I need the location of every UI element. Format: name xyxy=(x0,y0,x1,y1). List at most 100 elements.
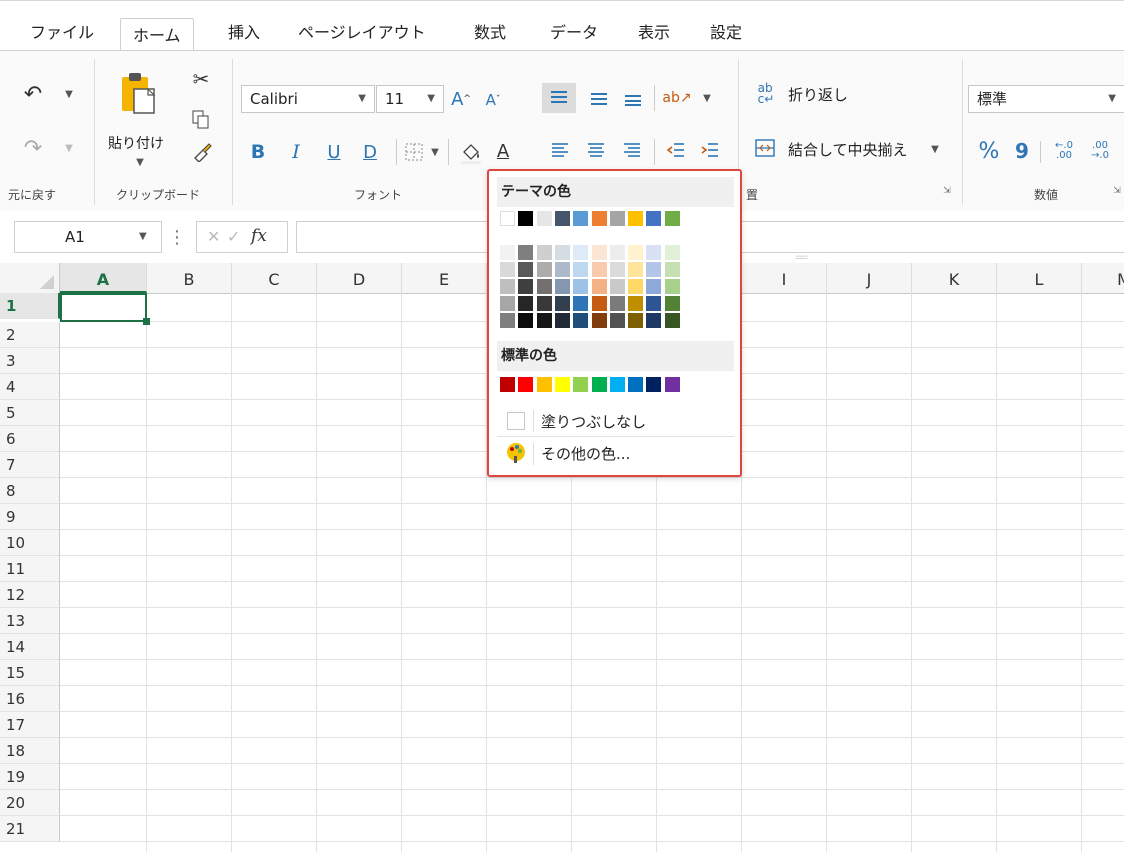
align-center-icon[interactable] xyxy=(584,137,608,163)
copy-icon[interactable] xyxy=(190,109,212,131)
tab-home[interactable]: ホーム xyxy=(120,18,194,52)
selected-cell-a1[interactable] xyxy=(60,293,147,322)
tab-view[interactable]: 表示 xyxy=(626,15,682,51)
standard-color-swatch[interactable] xyxy=(500,377,515,392)
theme-shade-swatch[interactable] xyxy=(554,296,570,311)
cancel-icon[interactable]: ✕ xyxy=(207,227,220,246)
tab-data[interactable]: データ xyxy=(538,15,610,51)
merge-center-button[interactable]: 結合して中央揃え xyxy=(788,139,908,160)
standard-color-swatch[interactable] xyxy=(573,377,589,392)
row-header-4[interactable]: 4 xyxy=(0,374,60,400)
row-header-8[interactable]: 8 xyxy=(0,478,60,504)
orientation-dropdown-icon[interactable]: ▼ xyxy=(700,91,714,105)
insert-function-button[interactable]: fx xyxy=(251,226,267,246)
theme-shade-swatch[interactable] xyxy=(664,296,680,311)
theme-shade-swatch[interactable] xyxy=(609,296,625,311)
theme-shade-swatch[interactable] xyxy=(518,313,534,328)
name-box[interactable]: A1 ▼ xyxy=(14,221,162,253)
theme-color-swatch[interactable] xyxy=(664,211,680,226)
font-color-button[interactable]: A xyxy=(492,137,514,165)
column-header-k[interactable]: K xyxy=(912,263,997,293)
theme-shade-swatch[interactable] xyxy=(609,279,625,294)
number-format-select[interactable]: 標準 ▼ xyxy=(968,85,1124,113)
standard-color-swatch[interactable] xyxy=(518,377,534,392)
tab-insert[interactable]: 挿入 xyxy=(216,15,272,51)
paste-dropdown-icon[interactable]: ▼ xyxy=(133,155,147,169)
theme-shade-swatch[interactable] xyxy=(664,279,680,294)
theme-shade-swatch[interactable] xyxy=(518,262,534,277)
border-icon[interactable] xyxy=(402,141,426,163)
theme-shade-swatch[interactable] xyxy=(573,279,589,294)
align-right-icon[interactable] xyxy=(620,137,644,163)
theme-shade-swatch[interactable] xyxy=(500,279,515,294)
theme-shade-swatch[interactable] xyxy=(591,279,607,294)
theme-shade-swatch[interactable] xyxy=(628,262,644,277)
row-header-21[interactable]: 21 xyxy=(0,816,60,842)
tab-file[interactable]: ファイル xyxy=(18,15,106,51)
redo-icon[interactable]: ↷ xyxy=(18,135,48,161)
theme-color-swatch[interactable] xyxy=(628,211,644,226)
increase-font-icon[interactable]: A ^ xyxy=(450,87,472,111)
theme-shade-swatch[interactable] xyxy=(500,262,515,277)
theme-color-swatch[interactable] xyxy=(573,211,589,226)
theme-shade-swatch[interactable] xyxy=(554,313,570,328)
more-options-icon[interactable]: ⋮ xyxy=(168,223,186,251)
standard-color-swatch[interactable] xyxy=(664,377,680,392)
cut-icon[interactable]: ✂ xyxy=(190,67,212,91)
tab-formulas[interactable]: 数式 xyxy=(462,15,518,51)
column-header-b[interactable]: B xyxy=(147,263,232,293)
theme-color-swatch[interactable] xyxy=(609,211,625,226)
theme-shade-swatch[interactable] xyxy=(646,279,662,294)
percent-button[interactable]: % xyxy=(976,137,1002,165)
dialog-launcher-icon[interactable]: ⇲ xyxy=(940,183,954,199)
wrap-text-icon[interactable]: ab c↵ xyxy=(754,81,778,107)
theme-color-swatch[interactable] xyxy=(536,211,552,226)
undo-icon[interactable]: ↶ xyxy=(18,81,48,107)
theme-shade-swatch[interactable] xyxy=(609,245,625,260)
theme-shade-swatch[interactable] xyxy=(628,279,644,294)
underline-button[interactable]: U xyxy=(322,139,346,165)
theme-shade-swatch[interactable] xyxy=(646,245,662,260)
comma-button[interactable]: 9 xyxy=(1012,137,1032,165)
theme-shade-swatch[interactable] xyxy=(500,296,515,311)
column-header-j[interactable]: J xyxy=(827,263,912,293)
theme-shade-swatch[interactable] xyxy=(573,313,589,328)
standard-color-swatch[interactable] xyxy=(609,377,625,392)
italic-button[interactable]: I xyxy=(284,139,308,165)
column-header-d[interactable]: D xyxy=(317,263,402,293)
theme-shade-swatch[interactable] xyxy=(664,313,680,328)
align-top-icon[interactable] xyxy=(542,83,576,113)
format-painter-icon[interactable] xyxy=(190,139,214,163)
bold-button[interactable]: B xyxy=(246,139,270,165)
no-fill-option[interactable]: 塗りつぶしなし xyxy=(497,406,734,437)
resize-handle[interactable]: :::::::::::: xyxy=(776,255,826,261)
decrease-indent-icon[interactable] xyxy=(664,137,688,163)
select-all-corner[interactable] xyxy=(0,263,60,293)
row-header-18[interactable]: 18 xyxy=(0,738,60,764)
row-header-19[interactable]: 19 xyxy=(0,764,60,790)
standard-color-swatch[interactable] xyxy=(554,377,570,392)
row-header-14[interactable]: 14 xyxy=(0,634,60,660)
increase-indent-icon[interactable] xyxy=(698,137,722,163)
theme-shade-swatch[interactable] xyxy=(646,262,662,277)
theme-shade-swatch[interactable] xyxy=(664,262,680,277)
theme-shade-swatch[interactable] xyxy=(646,313,662,328)
confirm-icon[interactable]: ✓ xyxy=(227,227,240,246)
font-size-select[interactable]: 11 ▼ xyxy=(376,85,444,113)
decrease-font-icon[interactable]: Aˇ xyxy=(482,89,504,111)
theme-shade-swatch[interactable] xyxy=(609,313,625,328)
theme-shade-swatch[interactable] xyxy=(536,262,552,277)
undo-dropdown-icon[interactable]: ▼ xyxy=(62,85,76,103)
row-header-9[interactable]: 9 xyxy=(0,504,60,530)
theme-shade-swatch[interactable] xyxy=(628,313,644,328)
tab-settings[interactable]: 設定 xyxy=(698,15,754,51)
orientation-icon[interactable]: ab↗ xyxy=(662,85,691,111)
theme-shade-swatch[interactable] xyxy=(628,296,644,311)
standard-color-swatch[interactable] xyxy=(646,377,662,392)
column-header-l[interactable]: L xyxy=(997,263,1082,293)
fill-color-icon[interactable] xyxy=(456,139,486,167)
merge-dropdown-icon[interactable]: ▼ xyxy=(928,141,942,157)
increase-decimal-button[interactable]: ←.0 .00 xyxy=(1048,137,1080,165)
theme-shade-swatch[interactable] xyxy=(554,262,570,277)
row-header-15[interactable]: 15 xyxy=(0,660,60,686)
